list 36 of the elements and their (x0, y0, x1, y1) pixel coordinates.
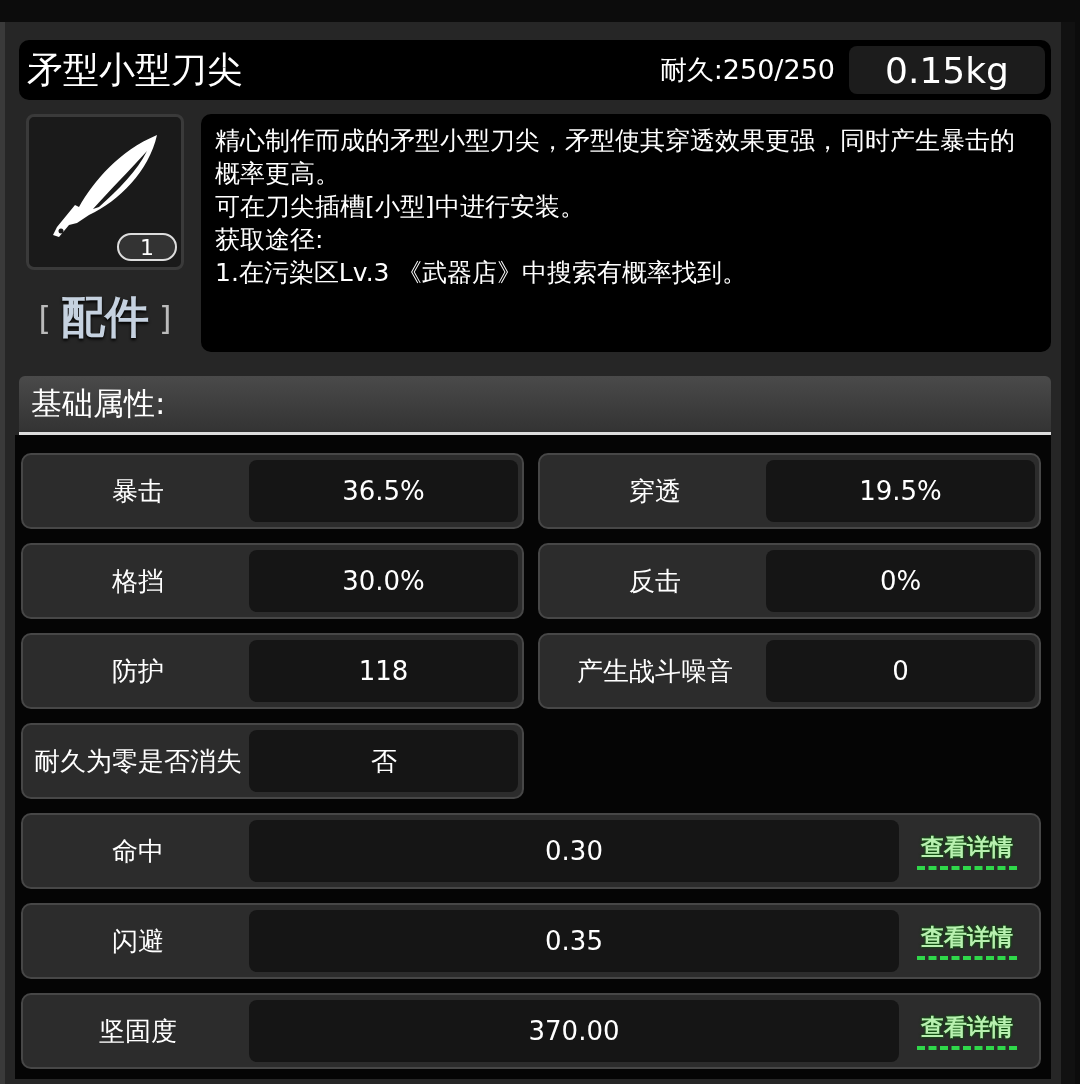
attribute-label: 产生战斗噪音 (576, 655, 734, 687)
section-title: 基础属性: (31, 384, 166, 423)
attribute-label: 防护 (111, 655, 165, 687)
attribute-value: 否 (249, 730, 518, 792)
attribute-label: 坚固度 (98, 1015, 178, 1047)
count-badge: 1 (117, 233, 177, 261)
durability-text: 耐久:250/250 (659, 53, 835, 87)
details-link[interactable]: 查看详情 (899, 832, 1035, 870)
attribute-value: 0% (766, 550, 1035, 612)
attribute-value: 118 (249, 640, 518, 702)
attribute-label: 耐久为零是否消失 (33, 745, 243, 777)
attribute-value: 0.30 (249, 820, 899, 882)
attribute-value: 30.0% (249, 550, 518, 612)
bracket-text: ] (159, 298, 172, 337)
attribute-label: 闪避 (111, 925, 165, 957)
category-label: 配件 (61, 290, 149, 344)
description-text: 获取途径: (215, 224, 325, 256)
attribute-label: 命中 (111, 835, 165, 867)
description-text: 可在刀尖插槽[小型]中进行安装。 (215, 191, 586, 223)
details-link[interactable]: 查看详情 (899, 1012, 1035, 1050)
attribute-value: 370.00 (249, 1000, 899, 1062)
bracket-text: [ (38, 298, 51, 337)
item-slot[interactable]: 1 (26, 114, 184, 270)
description-text: 1.在污染区Lv.3 《武器店》中搜索有概率找到。 (215, 257, 749, 289)
details-link[interactable]: 查看详情 (899, 922, 1035, 960)
attribute-label: 反击 (628, 565, 682, 597)
attribute-value: 36.5% (249, 460, 518, 522)
attribute-value: 0 (766, 640, 1035, 702)
attribute-value: 0.35 (249, 910, 899, 972)
attribute-value: 19.5% (766, 460, 1035, 522)
attribute-label: 格挡 (111, 565, 165, 597)
item-name: 矛型小型刀尖 (27, 47, 244, 92)
weight-value: 0.15kg (849, 46, 1045, 94)
description-text: 精心制作而成的矛型小型刀尖，矛型使其穿透效果更强，同时产生暴击的概率更高。 (215, 125, 1016, 190)
attribute-label: 暴击 (111, 475, 165, 507)
attribute-label: 穿透 (628, 475, 682, 507)
